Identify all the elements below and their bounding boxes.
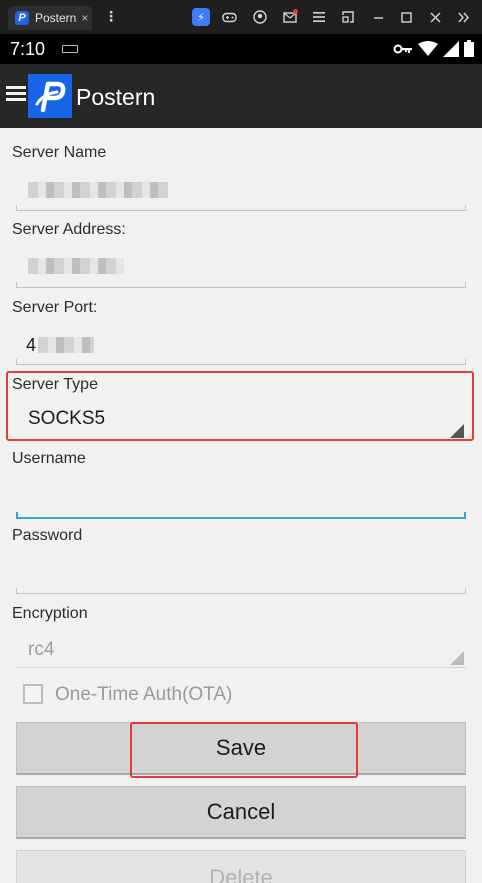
server-address-underline-right	[465, 282, 466, 288]
postern-logo	[28, 74, 72, 118]
keyboard-icon	[62, 45, 78, 53]
ota-checkbox[interactable]	[23, 684, 43, 704]
account-icon[interactable]	[251, 8, 269, 26]
signal-icon	[443, 40, 459, 57]
server-port-underline-right	[465, 359, 466, 365]
encryption-underline	[16, 667, 466, 668]
mail-icon[interactable]	[281, 8, 299, 26]
password-underline-left	[16, 588, 17, 594]
battery-icon	[464, 40, 474, 57]
emulator-title-bar: P Postern × ⋮ ⚡	[0, 0, 482, 34]
save-button-highlight	[130, 722, 358, 778]
emulator-more-icon[interactable]: ⋮	[104, 9, 118, 23]
password-underline-right	[465, 588, 466, 594]
encryption-value: rc4	[28, 639, 55, 660]
server-address-underline	[16, 287, 466, 288]
password-input[interactable]	[16, 552, 466, 594]
redacted-server-address	[28, 258, 124, 274]
username-input[interactable]	[16, 474, 466, 516]
notification-dot	[293, 9, 298, 14]
username-focus-left	[16, 512, 18, 518]
maximize-icon[interactable]	[397, 8, 415, 26]
username-label: Username	[12, 450, 86, 467]
server-name-label: Server Name	[12, 144, 107, 161]
app-action-bar: Postern	[0, 64, 482, 128]
encryption-dropdown-icon	[450, 651, 464, 665]
emulator-tab-title: Postern	[35, 11, 77, 25]
wifi-icon	[418, 40, 438, 56]
expand-icon[interactable]	[455, 8, 473, 26]
server-name-underline-right	[465, 205, 466, 211]
username-focus-right	[464, 512, 466, 518]
close-icon[interactable]	[426, 8, 444, 26]
server-port-value: 4	[26, 335, 37, 355]
ota-label: One-Time Auth(OTA)	[55, 684, 233, 705]
app-title: Postern	[76, 84, 156, 110]
encryption-spinner: rc4	[16, 628, 466, 668]
server-address-underline-left	[16, 282, 17, 288]
server-port-label: Server Port:	[12, 299, 98, 316]
cancel-button[interactable]: Cancel	[16, 786, 466, 839]
status-time: 7:10	[10, 39, 46, 59]
postern-tab-icon: P	[15, 11, 29, 25]
server-port-underline	[16, 364, 466, 365]
server-name-underline-left	[16, 205, 17, 211]
server-port-input[interactable]: 4	[16, 324, 466, 366]
server-address-input[interactable]	[16, 246, 466, 288]
minimize-icon[interactable]	[369, 8, 387, 26]
navigation-menu-icon[interactable]	[6, 86, 26, 104]
redacted-server-port	[38, 337, 94, 353]
screen-icon[interactable]	[339, 8, 357, 26]
password-label: Password	[12, 527, 83, 544]
status-icons	[393, 40, 474, 57]
server-type-highlight	[6, 371, 474, 441]
server-address-label: Server Address:	[12, 221, 126, 238]
username-focus-underline	[16, 517, 466, 519]
server-name-underline	[16, 210, 466, 211]
server-port-underline-left	[16, 359, 17, 365]
boost-icon[interactable]: ⚡	[192, 8, 210, 26]
postern-logo-glyph	[35, 81, 66, 113]
server-name-input[interactable]	[16, 168, 466, 212]
delete-button: Delete	[16, 850, 466, 883]
menu-icon[interactable]	[310, 8, 328, 26]
emulator-tab[interactable]: P Postern ×	[8, 6, 92, 30]
vpn-key-icon	[393, 44, 412, 53]
gamepad-icon[interactable]	[220, 8, 238, 26]
password-underline	[16, 593, 466, 594]
tab-close-icon[interactable]: ×	[81, 11, 88, 25]
android-status-bar: 7:10	[0, 34, 482, 64]
redacted-server-name	[28, 182, 168, 198]
server-form: Server Name Server Address: Server Port:…	[0, 128, 482, 883]
encryption-label: Encryption	[12, 605, 88, 622]
